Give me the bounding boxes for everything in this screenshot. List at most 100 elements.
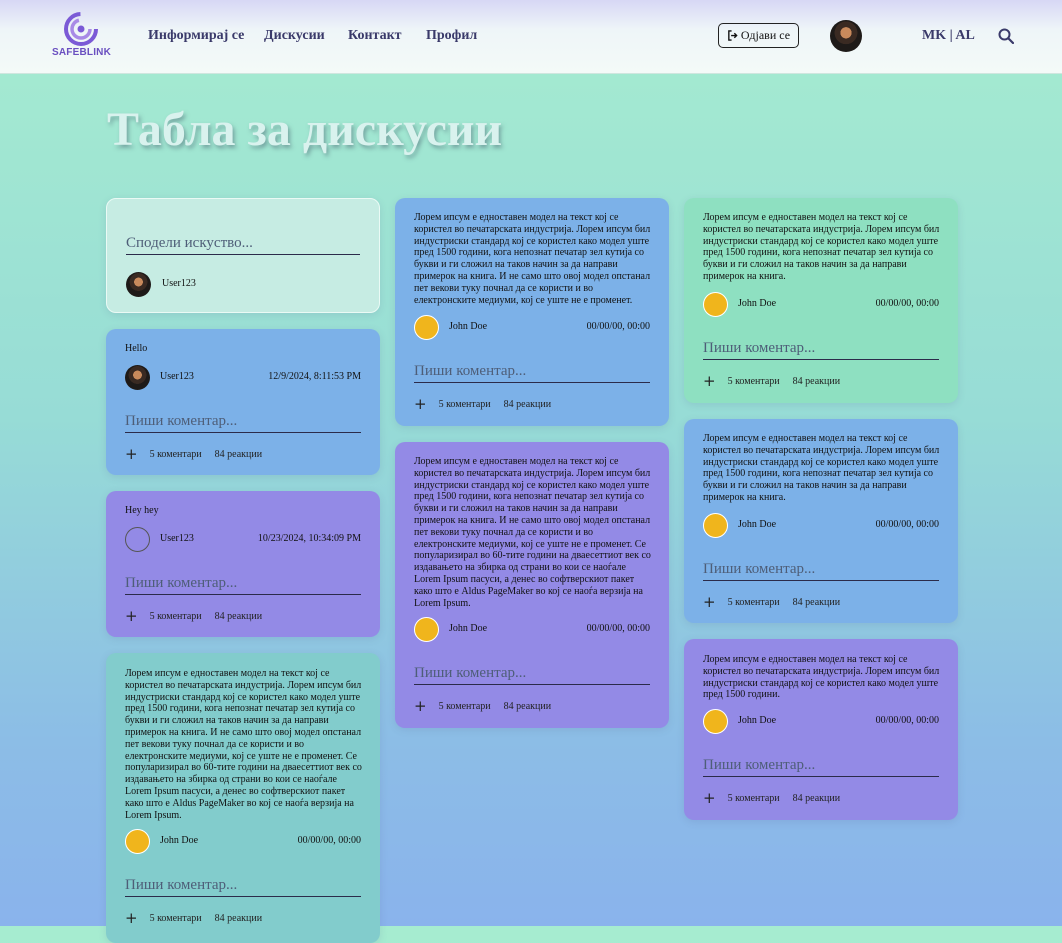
spiral-logo-icon [64,12,98,46]
brand-name: SAFEBLINK [52,47,112,58]
author-name: User123 [160,533,194,544]
add-reaction-icon[interactable]: + [125,911,138,926]
avatar [703,709,728,734]
add-reaction-icon[interactable]: + [414,397,427,412]
logout-button[interactable]: Одјави се [718,23,799,48]
post-date: 00/00/00, 00:00 [586,321,650,332]
comments-count[interactable]: 5 коментари [150,449,202,460]
post-meta: + 5 коментари 84 реакции [414,699,551,714]
comment-input[interactable] [125,410,361,433]
avatar [125,527,150,552]
post-title: Hello [125,343,148,354]
author-name: User123 [162,278,196,289]
post-meta: + 5 коментари 84 реакции [703,595,840,610]
post-meta: + 5 коментари 84 реакции [703,374,840,389]
add-reaction-icon[interactable]: + [703,595,716,610]
comment-input[interactable] [125,572,361,595]
post-text: Лорем ипсум е едноставен модел на текст … [703,654,940,701]
nav-link-profile[interactable]: Профил [426,28,477,44]
avatar [125,829,150,854]
share-user-row: User123 [126,272,360,298]
search-icon[interactable] [998,28,1014,44]
nav-link-contact[interactable]: Контакт [348,28,402,44]
post-text: Лорем ипсум е едноставен модел на текст … [125,668,362,821]
post-meta: + 5 коментари 84 реакции [703,791,840,806]
comments-count[interactable]: 5 коментари [150,611,202,622]
post-date: 00/00/00, 00:00 [586,623,650,634]
logo[interactable]: SAFEBLINK [52,12,112,60]
reactions-count[interactable]: 84 реакции [215,913,262,924]
reactions-count[interactable]: 84 реакции [504,701,551,712]
avatar [703,292,728,317]
post-meta: + 5 коментари 84 реакции [414,397,551,412]
post-date: 00/00/00, 00:00 [875,298,939,309]
add-reaction-icon[interactable]: + [703,791,716,806]
nav-link-discussions[interactable]: Дискусии [264,28,325,44]
post-text: Лорем ипсум е едноставен модел на текст … [703,212,940,282]
post-card: Лорем ипсум е едноставен модел на текст … [684,198,958,403]
add-reaction-icon[interactable]: + [125,447,138,462]
post-meta: + 5 коментари 84 реакции [125,911,262,926]
comment-input[interactable] [703,337,939,360]
post-date: 00/00/00, 00:00 [875,519,939,530]
author-row: John Doe 00/00/00, 00:00 [703,292,939,318]
top-navbar: SAFEBLINK Информирај се Дискусии Контакт… [0,0,1062,74]
author-name: User123 [160,371,194,382]
comment-input[interactable] [125,874,361,897]
author-name: John Doe [449,623,488,634]
comments-count[interactable]: 5 коментари [728,793,780,804]
post-text: Лорем ипсум е едноставен модел на текст … [703,433,940,503]
post-date: 00/00/00, 00:00 [875,715,939,726]
profile-avatar[interactable] [830,20,862,52]
post-date: 00/00/00, 00:00 [297,835,361,846]
comment-input[interactable] [703,558,939,581]
post-card: Лорем ипсум е едноставен модел на текст … [684,639,958,820]
comments-count[interactable]: 5 коментари [728,597,780,608]
logout-label: Одјави се [740,28,791,42]
comments-count[interactable]: 5 коментари [439,399,491,410]
author-name: John Doe [738,298,777,309]
comments-count[interactable]: 5 коментари [439,701,491,712]
avatar [414,617,439,642]
post-card: Лорем ипсум е едноставен модел на текст … [106,653,380,943]
avatar [703,513,728,538]
share-experience-input[interactable] [126,232,360,255]
reactions-count[interactable]: 84 реакции [215,611,262,622]
post-card-hello: Hello User123 12/9/2024, 8:11:53 PM + 5 … [106,329,380,475]
post-title: Hey hey [125,505,159,516]
author-row: John Doe 00/00/00, 00:00 [703,513,939,539]
author-name: John Doe [738,715,777,726]
nav-link-inform[interactable]: Информирај се [148,28,244,44]
sign-out-icon [728,30,738,41]
avatar [125,365,150,390]
comments-count[interactable]: 5 коментари [150,913,202,924]
author-row: User123 10/23/2024, 10:34:09 PM [125,527,361,553]
reactions-count[interactable]: 84 реакции [793,376,840,387]
add-reaction-icon[interactable]: + [703,374,716,389]
share-experience-card: User123 [106,198,380,313]
post-meta: + 5 коментари 84 реакции [125,447,262,462]
author-row: John Doe 00/00/00, 00:00 [703,709,939,735]
author-row: John Doe 00/00/00, 00:00 [125,829,361,855]
post-text: Лорем ипсум е едноставен модел на текст … [414,456,651,609]
comment-input[interactable] [414,662,650,685]
author-name: John Doe [738,519,777,530]
post-card-hey-hey: Hey hey User123 10/23/2024, 10:34:09 PM … [106,491,380,637]
post-text: Лорем ипсум е едноставен модел на текст … [414,212,651,306]
author-name: John Doe [160,835,199,846]
reactions-count[interactable]: 84 реакции [793,793,840,804]
language-switch[interactable]: MK | AL [922,28,975,44]
author-row: John Doe 00/00/00, 00:00 [414,315,650,341]
reactions-count[interactable]: 84 реакции [215,449,262,460]
add-reaction-icon[interactable]: + [414,699,427,714]
reactions-count[interactable]: 84 реакции [504,399,551,410]
comment-input[interactable] [414,360,650,383]
reactions-count[interactable]: 84 реакции [793,597,840,608]
add-reaction-icon[interactable]: + [125,609,138,624]
post-date: 12/9/2024, 8:11:53 PM [268,371,361,382]
author-name: John Doe [449,321,488,332]
comment-input[interactable] [703,754,939,777]
post-card: Лорем ипсум е едноставен модел на текст … [684,419,958,623]
author-row: John Doe 00/00/00, 00:00 [414,617,650,643]
comments-count[interactable]: 5 коментари [728,376,780,387]
